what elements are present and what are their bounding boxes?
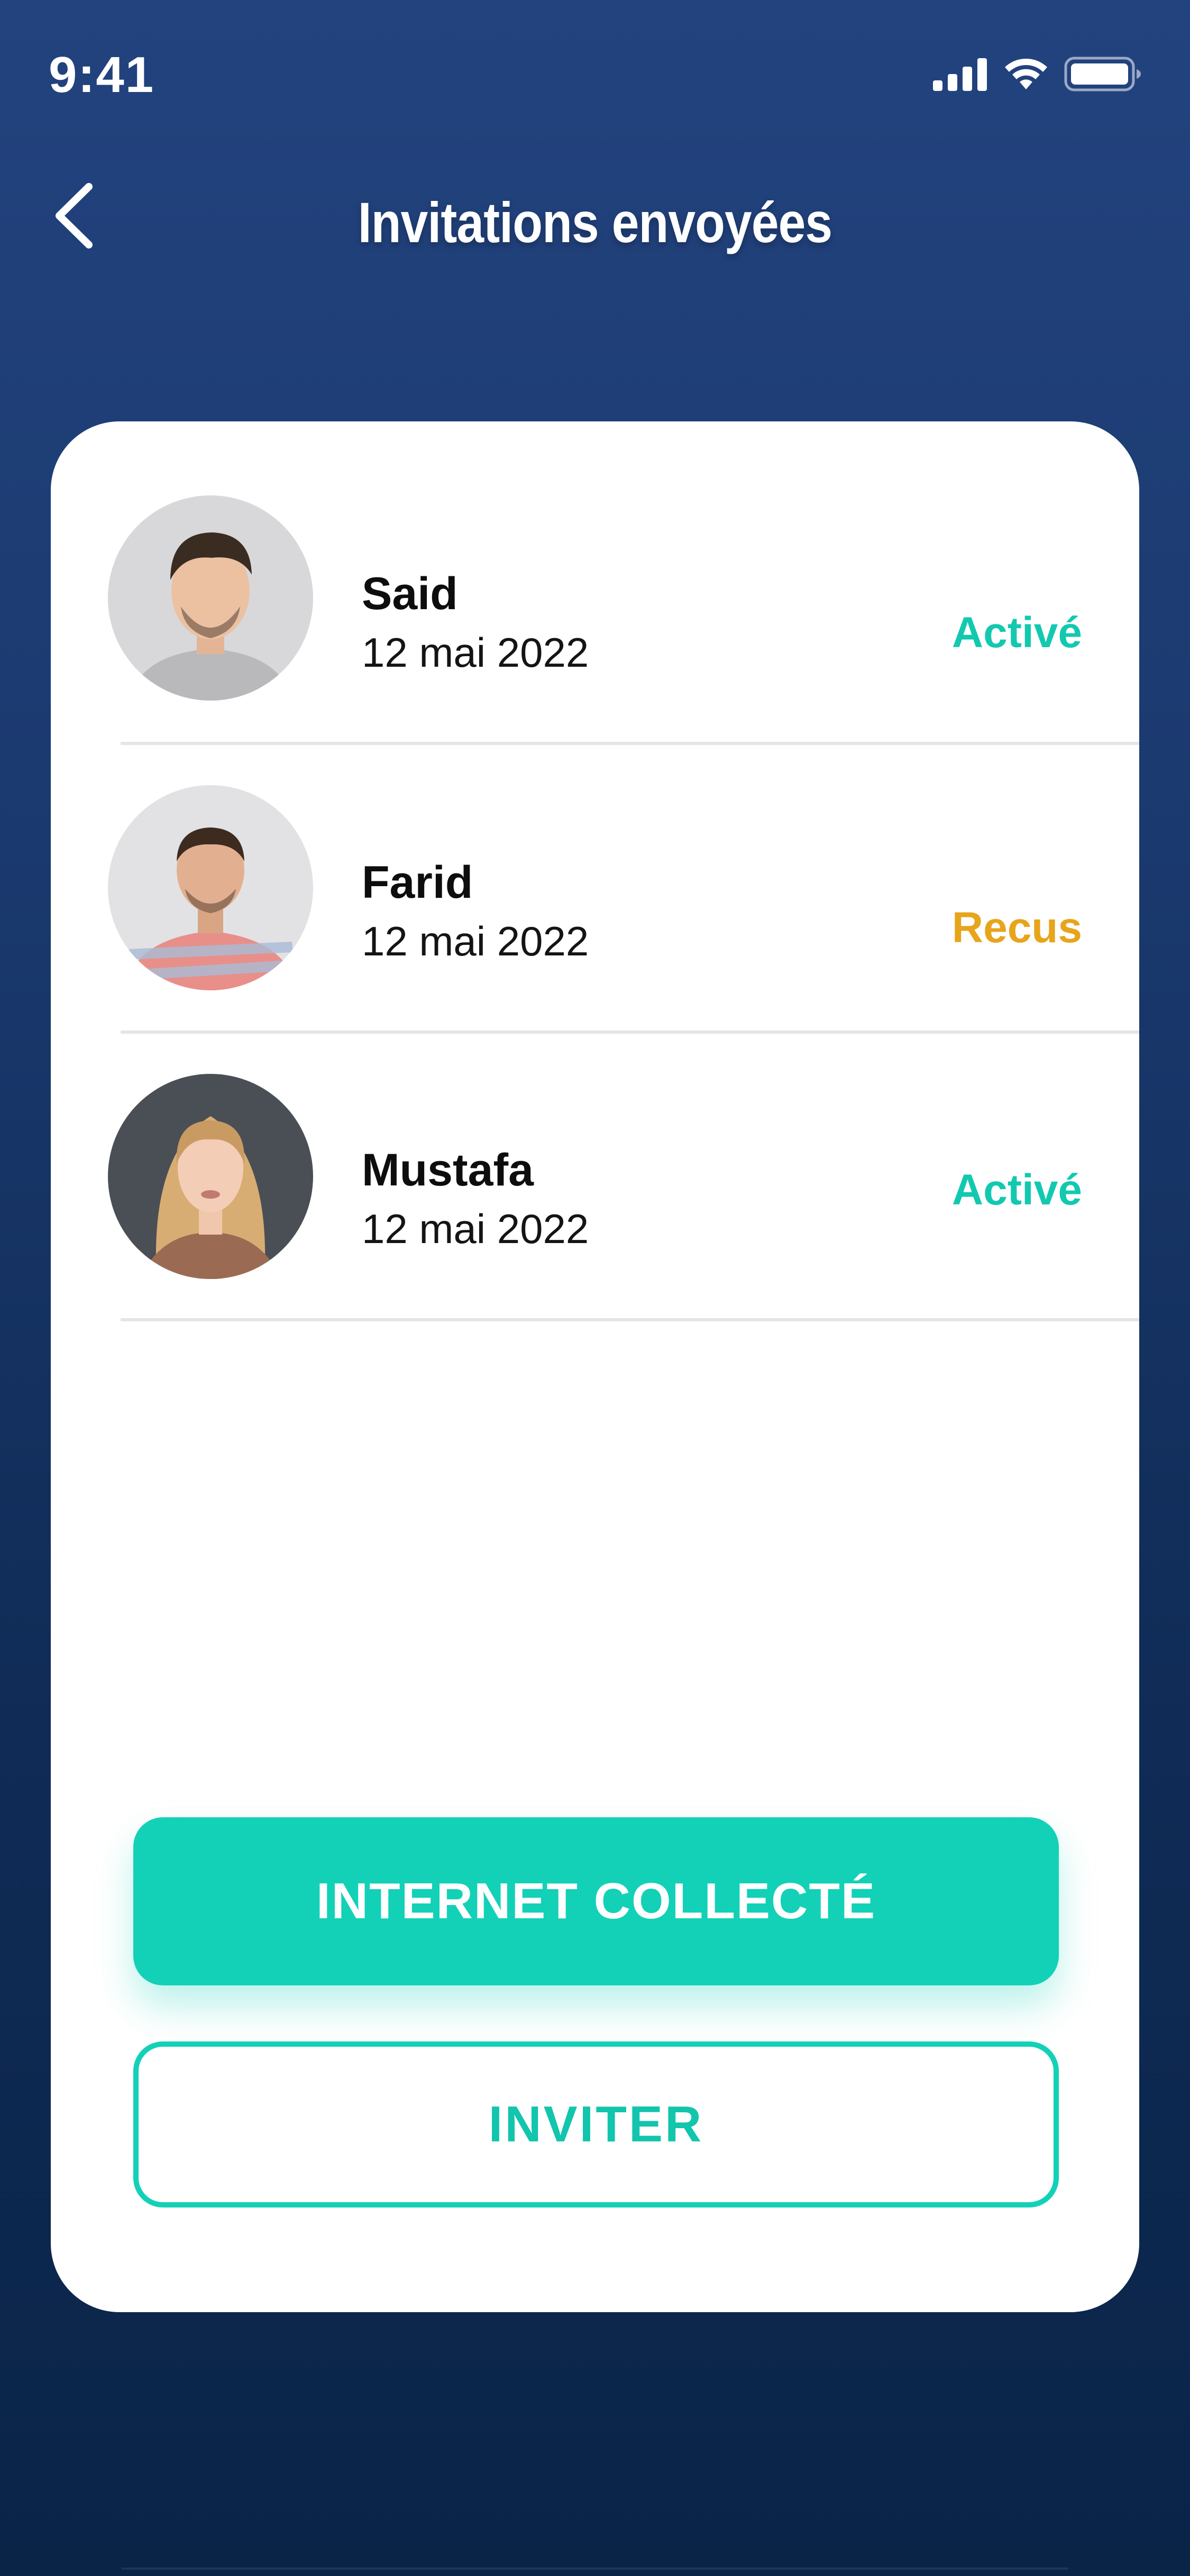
invitee-name: Farid xyxy=(362,857,473,908)
invite-button[interactable]: INVITER xyxy=(133,2041,1059,2207)
divider xyxy=(121,1318,1139,1321)
divider xyxy=(121,1031,1139,1034)
avatar xyxy=(108,1074,313,1279)
invitee-name: Mustafa xyxy=(362,1145,534,1195)
invite-date: 12 mai 2022 xyxy=(362,918,589,964)
avatar xyxy=(108,495,313,701)
internet-collected-button-label: INTERNET COLLECTÉ xyxy=(316,1873,876,1929)
invite-date: 12 mai 2022 xyxy=(362,629,589,676)
invitations-card: Said 12 mai 2022 Activé Farid 12 mai 202… xyxy=(51,421,1139,2312)
cellular-signal-icon xyxy=(933,57,988,91)
avatar xyxy=(108,785,313,990)
status-badge: Activé xyxy=(951,609,1082,657)
status-icons xyxy=(933,53,1141,95)
invitee-name: Said xyxy=(362,568,458,619)
divider xyxy=(121,742,1139,745)
internet-collected-button[interactable]: INTERNET COLLECTÉ xyxy=(133,1817,1059,1985)
status-badge: Activé xyxy=(951,1166,1082,1214)
header: Invitations envoyées xyxy=(0,159,1190,296)
status-badge: Recus xyxy=(951,904,1082,952)
invite-button-label: INVITER xyxy=(488,2096,704,2152)
status-bar: 9:41 xyxy=(0,0,1190,153)
invite-date: 12 mai 2022 xyxy=(362,1206,589,1252)
home-indicator xyxy=(122,2568,1068,2570)
battery-icon xyxy=(1064,57,1141,91)
status-time: 9:41 xyxy=(49,47,155,103)
page-title: Invitations envoyées xyxy=(358,190,832,254)
wifi-icon xyxy=(1002,57,1050,91)
